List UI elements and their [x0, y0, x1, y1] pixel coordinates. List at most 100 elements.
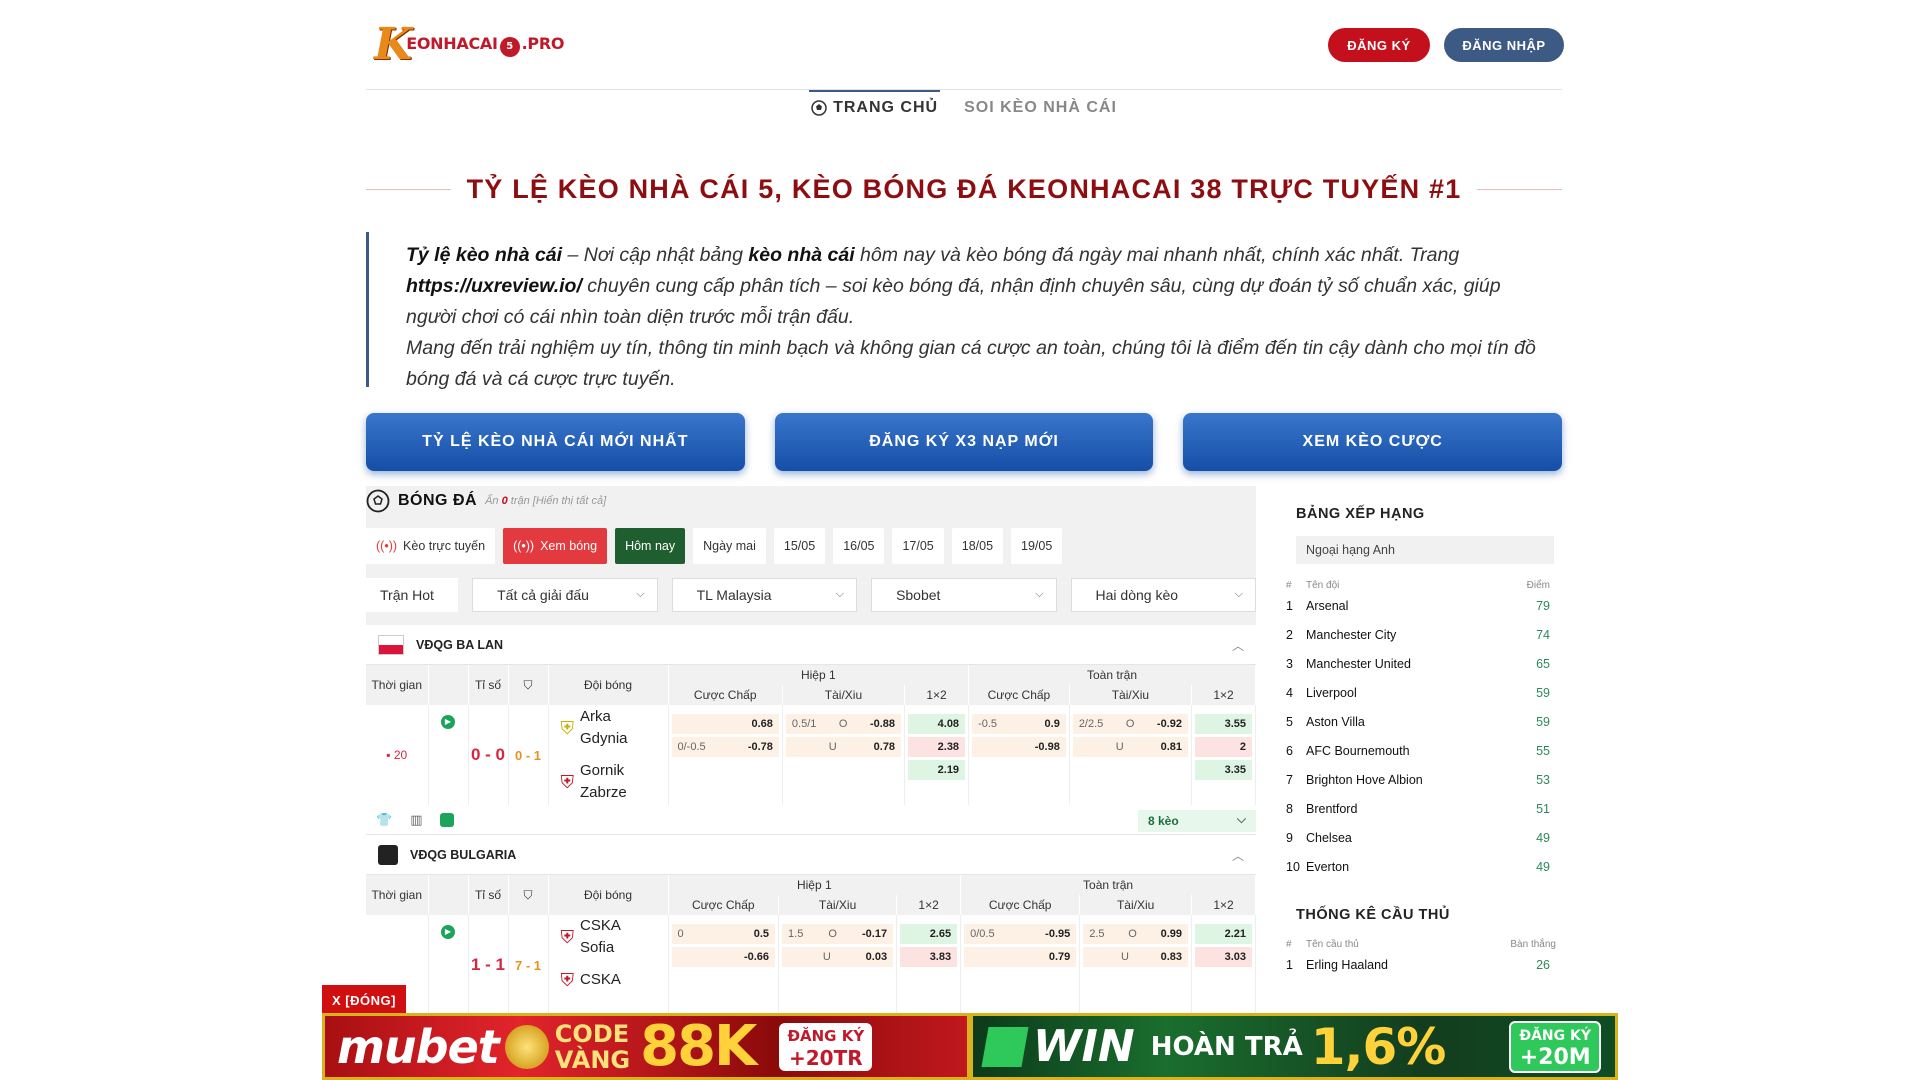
odds-cell[interactable]: 3.03 — [1195, 947, 1252, 967]
odds-type-select[interactable]: TL Malaysia ⌵ — [671, 578, 858, 612]
chip-date-1705[interactable]: 17/05 — [892, 528, 944, 564]
club-crest-icon: ⛨ — [560, 970, 575, 990]
line-mode-select[interactable]: Hai dòng kèo ⌵ — [1070, 578, 1256, 612]
odds-cell[interactable]: 2.19 — [908, 760, 966, 780]
standings-row[interactable]: 3 Manchester United 65 — [1286, 649, 1562, 678]
live-video-icon[interactable] — [440, 812, 455, 827]
player-stats-title: THỐNG KÊ CẦU THỦ — [1296, 907, 1450, 923]
odds-cell[interactable]: 0.68 — [671, 714, 779, 734]
standings-league-select[interactable]: Ngoại hạng Anh — [1296, 536, 1554, 564]
jersey-icon[interactable]: 👕 — [376, 812, 392, 828]
odds-cell[interactable]: 0.79 — [964, 947, 1077, 967]
odds-cell[interactable]: U 0.03 — [782, 947, 894, 967]
intro-link[interactable]: https://uxreview.io/ — [406, 275, 582, 297]
red-card-icon: ▪ — [386, 748, 391, 762]
ad-win[interactable]: WIN HOÀN TRẢ 1,6% ĐĂNG KÝ +20M — [970, 1013, 1618, 1080]
odds-cell[interactable]: 3.35 — [1195, 760, 1252, 780]
stats-icon[interactable]: ▥ — [410, 812, 422, 828]
stadium-icon: ⛉ — [523, 887, 533, 902]
odds-cell[interactable]: 2.65 — [900, 924, 958, 944]
play-icon[interactable]: ▶ — [441, 715, 455, 729]
chip-watch[interactable]: ((•)) Xem bóng — [503, 528, 608, 564]
odds-cell[interactable]: U 0.81 — [1072, 737, 1188, 757]
odds-cell[interactable]: 2 — [1195, 737, 1252, 757]
odds-cell[interactable]: 2.21 — [1195, 924, 1252, 944]
league-header[interactable]: VĐQG BULGARIA ︿ — [366, 835, 1256, 875]
team-points: 59 — [1536, 685, 1550, 700]
home-team[interactable]: ⛨ Arka Gdynia — [561, 706, 668, 750]
chip-tomorrow[interactable]: Ngày mai — [693, 528, 766, 564]
standings-row[interactable]: 6 AFC Bournemouth 55 — [1286, 736, 1562, 765]
away-team[interactable]: ⛨ Gornik Zabrze — [561, 760, 668, 804]
odds-cell[interactable]: 2/2.5 O -0.92 — [1072, 714, 1188, 734]
odds-cell[interactable]: 2.38 — [908, 737, 966, 757]
odds-cell[interactable]: 4.08 — [908, 714, 966, 734]
h1-handicap-cell: 0 0.5 -0.66 — [668, 915, 780, 1015]
away-team[interactable]: ⛨ CSKA — [561, 969, 668, 991]
col-ft-ou: Tài/Xiu — [1079, 895, 1192, 915]
odds-cell[interactable]: 3.83 — [900, 947, 958, 967]
standings-row[interactable]: 5 Aston Villa 59 — [1286, 707, 1562, 736]
nav-home[interactable]: TRANG CHỦ — [809, 89, 941, 123]
col-h1-ou: Tài/Xiu — [782, 685, 906, 705]
chip-date-1905[interactable]: 19/05 — [1011, 528, 1063, 564]
away-name-1: Gornik — [580, 762, 625, 779]
latest-odds-button[interactable]: TỶ LỆ KÈO NHÀ CÁI MỚI NHẤT — [366, 413, 745, 471]
standings-row[interactable]: 10 Everton 49 — [1286, 852, 1562, 881]
hot-matches-filter[interactable]: Trận Hot — [366, 578, 459, 612]
chip-date-1505[interactable]: 15/05 — [773, 528, 826, 564]
hidden-matches-note[interactable]: Ẩn 0 trận [Hiển thị tất cả] — [485, 495, 606, 507]
odds-cell[interactable]: U 0.78 — [785, 737, 902, 757]
site-logo[interactable]: K EONHACAI 5 .PRO — [374, 23, 564, 67]
chevron-up-icon[interactable]: ︿ — [1232, 847, 1244, 864]
team-name: Brighton Hove Albion — [1306, 772, 1423, 787]
side: O — [838, 718, 848, 730]
odds-cell[interactable]: 0 0.5 — [671, 924, 776, 944]
player-row[interactable]: 1 Erling Haaland 26 — [1286, 950, 1562, 979]
register-x3-button[interactable]: ĐĂNG KÝ X3 NẠP MỚI — [774, 413, 1154, 471]
col-fulltime: Toàn trận — [968, 665, 1256, 685]
home-team[interactable]: ⛨ CSKA Sofia — [561, 915, 668, 959]
standings-row[interactable]: 2 Manchester City 74 — [1286, 620, 1562, 649]
bookmaker-select[interactable]: Sbobet ⌵ — [871, 578, 1057, 612]
chip-date-1805[interactable]: 18/05 — [951, 528, 1004, 564]
nav-soi-keo[interactable]: SOI KÈO NHÀ CÁI — [962, 89, 1119, 123]
teams-cell: ⛨ Arka Gdynia ⛨ Gornik Zabrze — [548, 705, 669, 805]
odds-cell[interactable]: U 0.83 — [1083, 947, 1188, 967]
standings-row[interactable]: 7 Brighton Hove Albion 53 — [1286, 765, 1562, 794]
odds-cell[interactable]: -0.66 — [671, 947, 776, 967]
ad-banner[interactable]: mubet CODE VÀNG 88K ĐĂNG KÝ +20TR WIN HO… — [322, 1013, 1618, 1080]
odds-cell[interactable]: 0/0.5 -0.95 — [964, 924, 1077, 944]
odds-cell[interactable]: 3.55 — [1195, 714, 1252, 734]
standings-row[interactable]: 9 Chelsea 49 — [1286, 823, 1562, 852]
chip-date-1605[interactable]: 16/05 — [833, 528, 885, 564]
view-odds-button[interactable]: XEM KÈO CƯỢC — [1183, 413, 1563, 471]
play-icon[interactable]: ▶ — [441, 925, 455, 939]
chevron-up-icon[interactable]: ︿ — [1232, 637, 1244, 654]
more-odds-button[interactable]: 8 kèo ⌵ — [1138, 810, 1256, 832]
league-select[interactable]: Tất cả giải đấu ⌵ — [472, 578, 658, 612]
match-toolbar: 👕 ▥ 8 kèo ⌵ — [366, 805, 1256, 835]
close-ad-button[interactable]: X [ĐÓNG] — [322, 985, 406, 1015]
standings-row[interactable]: 1 Arsenal 79 — [1286, 591, 1562, 620]
odds-cell[interactable]: 0/-0.5 -0.78 — [671, 737, 779, 757]
odds-cell[interactable]: 0.5/1 O -0.88 — [785, 714, 902, 734]
odds-cell[interactable]: -0.98 — [972, 737, 1066, 757]
chip-today[interactable]: Hôm nay — [615, 528, 686, 564]
team-name: Liverpool — [1306, 685, 1357, 700]
odds-cell[interactable]: 1.5 O -0.17 — [782, 924, 894, 944]
chip-live-odds[interactable]: ((•)) Kèo trực tuyến — [366, 528, 496, 564]
stadium-icon: ⛉ — [523, 677, 533, 692]
register-button[interactable]: ĐĂNG KÝ — [1328, 28, 1430, 62]
team-rank: 7 — [1286, 772, 1293, 787]
odds-cell[interactable]: -0.5 0.9 — [972, 714, 1066, 734]
ad-mubet[interactable]: mubet CODE VÀNG 88K ĐĂNG KÝ +20TR — [322, 1013, 970, 1080]
hidden-note-b: trận [Hiển thị tất cả] — [507, 495, 607, 507]
ft-ou-cell: 2/2.5 O -0.92 U 0.81 — [1069, 705, 1193, 805]
standings-row[interactable]: 8 Brentford 51 — [1286, 794, 1562, 823]
odds-cell[interactable]: 2.5 O 0.99 — [1083, 924, 1188, 944]
odds-type-value: TL Malaysia — [696, 587, 772, 603]
standings-row[interactable]: 4 Liverpool 59 — [1286, 678, 1562, 707]
league-header[interactable]: VĐQG BA LAN ︿ — [366, 625, 1256, 665]
login-button[interactable]: ĐĂNG NHẬP — [1444, 28, 1564, 62]
